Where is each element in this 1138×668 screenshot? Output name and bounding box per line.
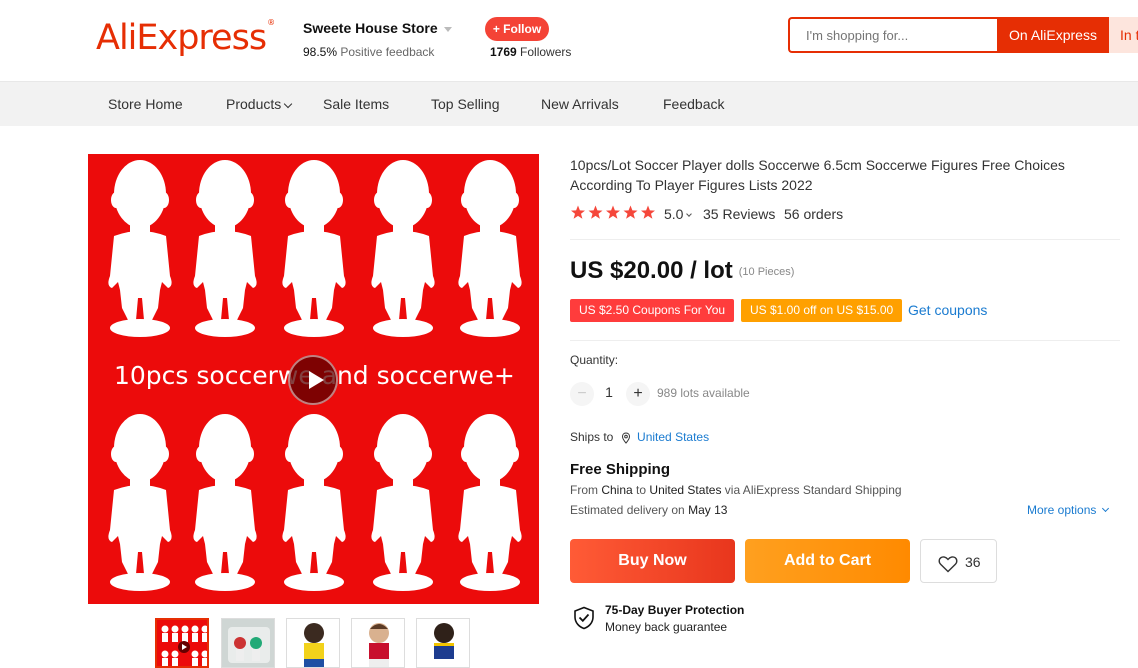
nav-store-home[interactable]: Store Home bbox=[108, 96, 183, 112]
chevron-down-icon bbox=[1102, 504, 1110, 513]
followers-label: Followers bbox=[520, 45, 572, 59]
ship-to: United States bbox=[649, 483, 722, 497]
get-coupons-link[interactable]: Get coupons bbox=[908, 302, 987, 318]
ship-from: China bbox=[601, 483, 633, 497]
wishlist-count: 36 bbox=[965, 554, 981, 570]
chevron-down-icon[interactable] bbox=[443, 26, 452, 32]
price-value: US $20.00 / lot bbox=[570, 257, 733, 284]
buy-now-button[interactable]: Buy Now bbox=[570, 539, 735, 583]
top-header: AliExpress® Sweete House Store 98.5% Pos… bbox=[0, 0, 1138, 82]
rating-number: 5.0 bbox=[664, 206, 684, 222]
thumbnail-3[interactable] bbox=[286, 618, 340, 668]
heart-icon bbox=[938, 556, 958, 573]
ship-to-word: to bbox=[636, 483, 647, 497]
store-name-label: Sweete House Store bbox=[303, 20, 438, 36]
nav-sale-items[interactable]: Sale Items bbox=[323, 96, 389, 112]
rating-value[interactable]: 5.0 bbox=[664, 206, 693, 222]
product-main-image[interactable]: 10pcs soccerwe and soccerwe+ bbox=[88, 154, 539, 604]
nav-new-arrivals[interactable]: New Arrivals bbox=[541, 96, 619, 112]
search-aliexpress-button[interactable]: On AliExpress bbox=[997, 17, 1109, 53]
search-store-button[interactable]: In this store bbox=[1109, 17, 1138, 53]
shipping-route: From China to United States via AliExpre… bbox=[570, 483, 902, 497]
product-price: US $20.00 / lot (10 Pieces) bbox=[570, 257, 794, 285]
nav-products[interactable]: Products bbox=[226, 96, 293, 112]
more-options-label: More options bbox=[1027, 503, 1097, 517]
nav-products-label: Products bbox=[226, 96, 282, 112]
product-title: 10pcs/Lot Soccer Player dolls Soccerwe 6… bbox=[570, 157, 1065, 193]
thumbnail-4[interactable] bbox=[351, 618, 405, 668]
thumbnail-5[interactable] bbox=[416, 618, 470, 668]
lots-available: 989 lots available bbox=[657, 386, 750, 400]
ships-to: Ships to United States bbox=[570, 430, 709, 444]
estimated-delivery: Estimated delivery on May 13 bbox=[570, 503, 727, 517]
star-icon bbox=[641, 205, 655, 219]
followers: 1769 Followers bbox=[490, 45, 571, 59]
star-rating bbox=[571, 205, 655, 219]
logo-text: AliExpress bbox=[96, 18, 267, 58]
delivery-date: May 13 bbox=[688, 503, 728, 517]
star-icon bbox=[571, 205, 585, 219]
free-shipping: Free Shipping bbox=[570, 461, 671, 478]
add-to-cart-button[interactable]: Add to Cart bbox=[745, 539, 910, 583]
star-icon bbox=[588, 205, 603, 219]
price-unit: (10 Pieces) bbox=[738, 265, 795, 278]
quantity-decrease-button[interactable]: − bbox=[570, 382, 594, 406]
more-options-link[interactable]: More options bbox=[1027, 503, 1110, 517]
search-input[interactable] bbox=[790, 19, 997, 51]
play-icon[interactable] bbox=[288, 355, 338, 405]
figure-row-bottom bbox=[108, 414, 522, 591]
orders-count: 56 orders bbox=[784, 206, 844, 222]
nav-top-selling[interactable]: Top Selling bbox=[431, 96, 500, 112]
follow-button[interactable]: + Follow bbox=[485, 17, 549, 41]
buyer-protection-title: 75-Day Buyer Protection bbox=[605, 603, 745, 617]
feedback-percent: 98.5% bbox=[303, 45, 338, 59]
thumbnail-2[interactable] bbox=[221, 618, 275, 668]
store-nav: Store Home Products Sale Items Top Selli… bbox=[0, 82, 1138, 126]
coupon-badge-select[interactable]: US $1.00 off on US $15.00 bbox=[741, 299, 903, 322]
star-icon bbox=[623, 205, 638, 219]
followers-count: 1769 bbox=[490, 45, 517, 59]
store-name[interactable]: Sweete House Store bbox=[303, 20, 452, 36]
delivery-prefix: Estimated delivery on bbox=[570, 503, 685, 517]
pin-icon bbox=[621, 432, 630, 444]
search-box: On AliExpress In this store bbox=[788, 17, 1138, 53]
ships-to-label: Ships to bbox=[570, 430, 614, 444]
star-icon bbox=[606, 205, 620, 219]
ship-via: via AliExpress Standard Shipping bbox=[724, 483, 902, 497]
ships-to-country[interactable]: United States bbox=[637, 430, 709, 444]
quantity-label: Quantity: bbox=[570, 353, 619, 367]
store-feedback: 98.5% Positive feedback bbox=[303, 45, 434, 59]
divider bbox=[570, 239, 1120, 240]
quantity-increase-button[interactable]: + bbox=[626, 382, 650, 406]
feedback-label: Positive feedback bbox=[340, 45, 435, 59]
thumbnail-1[interactable] bbox=[155, 618, 209, 668]
quantity-value[interactable]: 1 bbox=[600, 384, 618, 400]
chevron-down-icon bbox=[284, 99, 293, 109]
ship-prefix: From bbox=[570, 483, 598, 497]
wishlist-button[interactable]: 36 bbox=[920, 539, 997, 583]
aliexpress-logo[interactable]: AliExpress® bbox=[96, 18, 275, 58]
coupon-badge-store[interactable]: US $2.50 Coupons For You bbox=[570, 299, 735, 322]
figure-row-top bbox=[108, 160, 522, 337]
divider bbox=[570, 340, 1120, 341]
reviews-link[interactable]: 35 Reviews bbox=[703, 206, 775, 222]
chevron-down-icon bbox=[686, 211, 693, 217]
nav-feedback[interactable]: Feedback bbox=[663, 96, 724, 112]
buyer-protection-subtitle: Money back guarantee bbox=[605, 620, 728, 634]
shield-check-icon bbox=[574, 606, 594, 630]
